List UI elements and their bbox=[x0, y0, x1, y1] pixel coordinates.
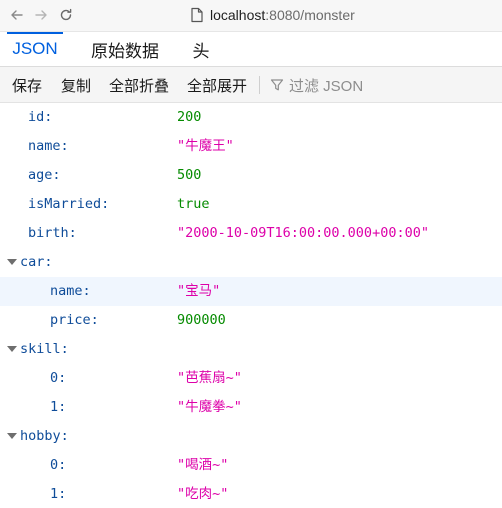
json-row-ismarried[interactable]: isMarried: true bbox=[0, 190, 502, 219]
expand-all-button[interactable]: 全部展开 bbox=[187, 67, 247, 103]
arrow-right-icon bbox=[35, 10, 47, 20]
json-key: car: bbox=[20, 254, 53, 270]
json-key: name: bbox=[50, 283, 91, 299]
json-key: 0: bbox=[50, 370, 67, 386]
toolbar-divider bbox=[259, 76, 260, 94]
filter-json-input[interactable]: 过滤 JSON bbox=[270, 67, 363, 103]
json-key: skill: bbox=[20, 341, 69, 357]
json-value-string: "牛魔拳~" bbox=[177, 399, 242, 415]
viewer-tabs: JSON 原始数据 头 bbox=[0, 32, 502, 67]
json-row-age[interactable]: age: 500 bbox=[0, 161, 502, 190]
json-value-number: 900000 bbox=[177, 312, 226, 328]
reload-button[interactable] bbox=[55, 4, 77, 26]
json-key: birth: bbox=[28, 225, 77, 241]
browser-address-bar: localhost:8080/monster bbox=[0, 0, 502, 32]
json-row-hobby-1[interactable]: 1: "吃肉~" bbox=[0, 480, 502, 508]
json-row-car-price[interactable]: price: 900000 bbox=[0, 306, 502, 335]
json-key: 0: bbox=[50, 457, 67, 473]
json-value-number: 200 bbox=[177, 109, 202, 125]
tab-json[interactable]: JSON bbox=[7, 32, 63, 66]
json-row-hobby[interactable]: hobby: bbox=[0, 422, 502, 451]
json-value-number: 500 bbox=[177, 167, 202, 183]
reload-icon bbox=[60, 8, 72, 21]
forward-button[interactable] bbox=[30, 4, 52, 26]
json-key: isMarried: bbox=[28, 196, 110, 212]
url-host: localhost bbox=[210, 7, 266, 23]
page-icon bbox=[191, 7, 203, 23]
url-path: :8080/monster bbox=[265, 7, 355, 23]
json-row-skill-0[interactable]: 0: "芭蕉扇~" bbox=[0, 364, 502, 393]
url-field[interactable]: localhost:8080/monster bbox=[190, 3, 500, 27]
filter-placeholder: 过滤 JSON bbox=[289, 77, 364, 95]
json-viewer-window: localhost:8080/monster JSON 原始数据 头 保存 复制… bbox=[0, 0, 502, 508]
arrow-left-icon bbox=[11, 10, 23, 20]
back-button[interactable] bbox=[6, 4, 28, 26]
json-key: hobby: bbox=[20, 428, 69, 444]
json-row-car[interactable]: car: bbox=[0, 248, 502, 277]
json-value-string: "牛魔王" bbox=[177, 138, 234, 154]
json-key: name: bbox=[28, 138, 69, 154]
json-value-string: "2000-10-09T16:00:00.000+00:00" bbox=[177, 225, 429, 241]
json-key: age: bbox=[28, 167, 61, 183]
json-row-skill[interactable]: skill: bbox=[0, 335, 502, 364]
json-row-hobby-0[interactable]: 0: "喝酒~" bbox=[0, 451, 502, 480]
chevron-down-icon[interactable] bbox=[7, 346, 17, 352]
json-key: 1: bbox=[50, 486, 67, 502]
json-key: id: bbox=[28, 109, 53, 125]
json-row-car-name[interactable]: name: "宝马" bbox=[0, 277, 502, 306]
json-key: price: bbox=[50, 312, 99, 328]
json-value-boolean: true bbox=[177, 196, 210, 212]
json-key: 1: bbox=[50, 399, 67, 415]
chevron-down-icon[interactable] bbox=[7, 259, 17, 265]
collapse-all-button[interactable]: 全部折叠 bbox=[109, 67, 169, 103]
json-row-birth[interactable]: birth: "2000-10-09T16:00:00.000+00:00" bbox=[0, 219, 502, 248]
tab-raw-data[interactable]: 原始数据 bbox=[84, 32, 166, 66]
json-value-string: "芭蕉扇~" bbox=[177, 370, 242, 386]
tab-headers[interactable]: 头 bbox=[186, 32, 216, 66]
json-toolbar: 保存 复制 全部折叠 全部展开 过滤 JSON bbox=[0, 67, 502, 103]
json-row-skill-1[interactable]: 1: "牛魔拳~" bbox=[0, 393, 502, 422]
chevron-down-icon[interactable] bbox=[7, 433, 17, 439]
copy-button[interactable]: 复制 bbox=[61, 67, 91, 103]
json-row-id[interactable]: id: 200 bbox=[0, 103, 502, 132]
json-value-string: "喝酒~" bbox=[177, 457, 229, 473]
funnel-icon bbox=[270, 79, 284, 91]
save-button[interactable]: 保存 bbox=[12, 67, 42, 103]
json-value-string: "宝马" bbox=[177, 283, 221, 299]
json-value-string: "吃肉~" bbox=[177, 486, 229, 502]
json-row-name[interactable]: name: "牛魔王" bbox=[0, 132, 502, 161]
